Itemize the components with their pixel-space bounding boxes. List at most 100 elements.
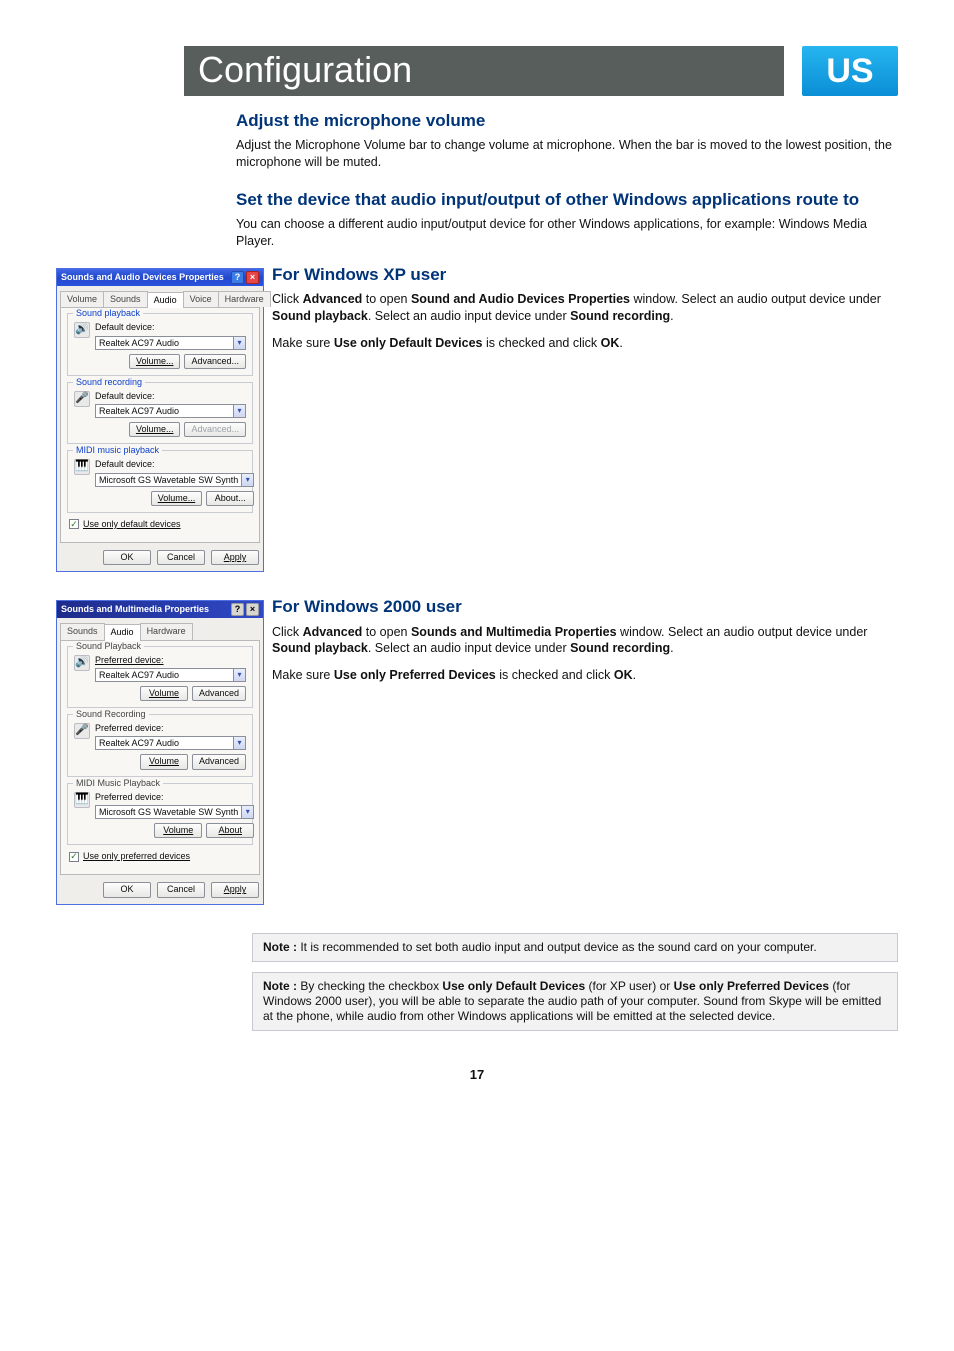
chevron-down-icon: ▾: [233, 337, 245, 349]
xp-recording-value: Realtek AC97 Audio: [96, 405, 233, 417]
midi-icon: 🎹: [74, 792, 90, 808]
xp-midi-value: Microsoft GS Wavetable SW Synth: [96, 474, 241, 486]
help-icon[interactable]: ?: [231, 271, 244, 284]
w2k-tab-audio[interactable]: Audio: [104, 624, 141, 640]
paragraph-w2k-1: Click Advanced to open Sounds and Multim…: [272, 624, 898, 658]
xp-group-recording: Sound recording 🎤 Default device: Realte…: [67, 382, 253, 445]
w2k-preferred-devices-label: Use only preferred devices: [83, 851, 190, 862]
xp-recording-volume-button[interactable]: Volume...: [129, 422, 181, 437]
xp-playback-label: Default device:: [95, 322, 246, 333]
xp-tab-hardware[interactable]: Hardware: [218, 291, 271, 307]
xp-ok-button[interactable]: OK: [103, 550, 151, 565]
heading-adjust-volume: Adjust the microphone volume: [236, 110, 898, 131]
w2k-midi-select[interactable]: Microsoft GS Wavetable SW Synth ▾: [95, 805, 254, 819]
xp-midi-label: Default device:: [95, 459, 254, 470]
w2k-legend-midi: MIDI Music Playback: [73, 778, 163, 789]
xp-midi-volume-button[interactable]: Volume...: [151, 491, 203, 506]
heading-w2k: For Windows 2000 user: [272, 596, 898, 617]
w2k-legend-playback: Sound Playback: [73, 641, 144, 652]
w2k-playback-value: Realtek AC97 Audio: [96, 669, 233, 681]
midi-icon: 🎹: [74, 459, 90, 475]
xp-playback-value: Realtek AC97 Audio: [96, 337, 233, 349]
w2k-group-midi: MIDI Music Playback 🎹 Preferred device: …: [67, 783, 253, 846]
heading-xp: For Windows XP user: [272, 264, 898, 285]
paragraph-adjust-volume: Adjust the Microphone Volume bar to chan…: [236, 137, 898, 171]
w2k-recording-advanced-button[interactable]: Advanced: [192, 754, 246, 769]
xp-playback-volume-button[interactable]: Volume...: [129, 354, 181, 369]
xp-apply-button[interactable]: Apply: [211, 550, 259, 565]
w2k-tabs: Sounds Audio Hardware: [57, 620, 263, 639]
locale-badge: US: [802, 46, 898, 96]
w2k-midi-value: Microsoft GS Wavetable SW Synth: [96, 806, 241, 818]
chevron-down-icon: ▾: [233, 669, 245, 681]
w2k-recording-value: Realtek AC97 Audio: [96, 737, 233, 749]
xp-legend-playback: Sound playback: [73, 308, 143, 319]
chevron-down-icon: ▾: [233, 405, 245, 417]
chevron-down-icon: ▾: [241, 806, 253, 818]
page-title: Configuration: [184, 46, 784, 96]
w2k-apply-button[interactable]: Apply: [211, 882, 259, 897]
xp-legend-recording: Sound recording: [73, 377, 145, 388]
xp-recording-select[interactable]: Realtek AC97 Audio ▾: [95, 404, 246, 418]
xp-midi-select[interactable]: Microsoft GS Wavetable SW Synth ▾: [95, 473, 254, 487]
xp-recording-advanced-button: Advanced...: [184, 422, 246, 437]
w2k-playback-advanced-button[interactable]: Advanced: [192, 686, 246, 701]
xp-dialog: Sounds and Audio Devices Properties ? × …: [56, 268, 264, 572]
w2k-midi-label: Preferred device:: [95, 792, 254, 803]
note-1: Note : It is recommended to set both aud…: [252, 933, 898, 962]
chevron-down-icon: ▾: [233, 737, 245, 749]
close-icon[interactable]: ×: [246, 271, 259, 284]
w2k-tab-sounds[interactable]: Sounds: [60, 623, 105, 639]
speaker-icon: 🔊: [74, 655, 90, 671]
xp-group-playback: Sound playback 🔊 Default device: Realtek…: [67, 313, 253, 376]
xp-cancel-button[interactable]: Cancel: [157, 550, 205, 565]
w2k-playback-label: Preferred device:: [95, 655, 246, 666]
w2k-group-playback: Sound Playback 🔊 Preferred device: Realt…: [67, 646, 253, 709]
w2k-recording-select[interactable]: Realtek AC97 Audio ▾: [95, 736, 246, 750]
w2k-ok-button[interactable]: OK: [103, 882, 151, 897]
xp-midi-about-button[interactable]: About...: [206, 491, 254, 506]
xp-recording-label: Default device:: [95, 391, 246, 402]
note-label: Note :: [263, 979, 297, 993]
help-icon[interactable]: ?: [231, 603, 244, 616]
xp-playback-select[interactable]: Realtek AC97 Audio ▾: [95, 336, 246, 350]
xp-default-devices-label: Use only default devices: [83, 519, 181, 530]
xp-tab-audio[interactable]: Audio: [147, 292, 184, 308]
page: Configuration US Adjust the microphone v…: [0, 0, 954, 1351]
w2k-recording-volume-button[interactable]: Volume: [140, 754, 188, 769]
paragraph-xp-1: Click Advanced to open Sound and Audio D…: [272, 291, 898, 325]
w2k-playback-volume-button[interactable]: Volume: [140, 686, 188, 701]
paragraph-xp-2: Make sure Use only Default Devices is ch…: [272, 335, 898, 352]
w2k-preferred-devices-checkbox[interactable]: ✓: [69, 852, 79, 862]
note-label: Note :: [263, 940, 297, 954]
xp-dialog-title: Sounds and Audio Devices Properties: [61, 272, 224, 283]
paragraph-route-device: You can choose a different audio input/o…: [236, 216, 898, 250]
microphone-icon: 🎤: [74, 391, 90, 407]
w2k-playback-select[interactable]: Realtek AC97 Audio ▾: [95, 668, 246, 682]
xp-tabs: Volume Sounds Audio Voice Hardware: [57, 288, 263, 307]
paragraph-w2k-2: Make sure Use only Preferred Devices is …: [272, 667, 898, 684]
xp-default-devices-checkbox[interactable]: ✓: [69, 519, 79, 529]
xp-dialog-titlebar: Sounds and Audio Devices Properties ? ×: [57, 269, 263, 286]
xp-tab-sounds[interactable]: Sounds: [103, 291, 148, 307]
banner: Configuration US: [184, 46, 898, 96]
w2k-legend-recording: Sound Recording: [73, 709, 149, 720]
xp-playback-advanced-button[interactable]: Advanced...: [184, 354, 246, 369]
xp-tab-voice[interactable]: Voice: [183, 291, 219, 307]
w2k-cancel-button[interactable]: Cancel: [157, 882, 205, 897]
w2k-dialog: Sounds and Multimedia Properties ? × Sou…: [56, 600, 264, 904]
heading-route-device: Set the device that audio input/output o…: [236, 189, 898, 210]
w2k-tab-hardware[interactable]: Hardware: [140, 623, 193, 639]
close-icon[interactable]: ×: [246, 603, 259, 616]
xp-legend-midi: MIDI music playback: [73, 445, 162, 456]
page-number: 17: [56, 1067, 898, 1083]
w2k-dialog-titlebar: Sounds and Multimedia Properties ? ×: [57, 601, 263, 618]
w2k-midi-volume-button[interactable]: Volume: [154, 823, 202, 838]
w2k-recording-label: Preferred device:: [95, 723, 246, 734]
w2k-midi-about-button[interactable]: About: [206, 823, 254, 838]
microphone-icon: 🎤: [74, 723, 90, 739]
chevron-down-icon: ▾: [241, 474, 253, 486]
speaker-icon: 🔊: [74, 322, 90, 338]
xp-group-midi: MIDI music playback 🎹 Default device: Mi…: [67, 450, 253, 513]
xp-tab-volume[interactable]: Volume: [60, 291, 104, 307]
